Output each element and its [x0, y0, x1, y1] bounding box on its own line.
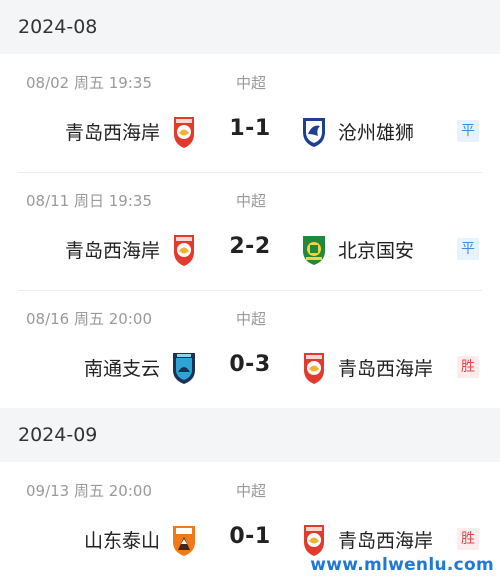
shandong-logo-icon	[170, 522, 198, 558]
watermark: www.mlwenlu.com	[310, 555, 494, 575]
match-date: 08/02 周五 19:35	[26, 74, 152, 92]
away-team-name: 北京国安	[338, 240, 415, 262]
competition-label: 中超	[236, 482, 267, 500]
match-score: 1-1	[229, 116, 271, 141]
competition-label: 中超	[236, 192, 267, 210]
match-date: 09/13 周五 20:00	[26, 482, 152, 500]
schedule-list: 2024-08 08/02 周五 19:35 中超 青岛西海岸 1-1 沧州雄狮…	[0, 0, 500, 580]
match-card[interactable]: 08/02 周五 19:35 中超 青岛西海岸 1-1 沧州雄狮 平	[0, 54, 500, 172]
qingdao-logo-icon	[300, 522, 328, 558]
away-team-name: 青岛西海岸	[338, 530, 434, 552]
competition-label: 中超	[236, 310, 267, 328]
match-score: 2-2	[229, 234, 271, 259]
match-row: 南通支云 0-3 青岛西海岸 胜	[0, 350, 500, 386]
home-team-name: 青岛西海岸	[64, 122, 160, 144]
match-row: 青岛西海岸 1-1 沧州雄狮 平	[0, 114, 500, 150]
beijing-logo-icon	[300, 232, 328, 268]
home-team-name: 山东泰山	[83, 530, 160, 552]
away-team-name: 沧州雄狮	[338, 122, 415, 144]
result-badge: 平	[457, 238, 479, 260]
qingdao-logo-icon	[170, 114, 198, 150]
qingdao-logo-icon	[300, 350, 328, 386]
match-row: 山东泰山 0-1 青岛西海岸 胜	[0, 522, 500, 558]
home-team-name: 青岛西海岸	[64, 240, 160, 262]
away-team-name: 青岛西海岸	[338, 358, 434, 380]
result-badge: 胜	[457, 356, 479, 378]
cangzhou-logo-icon	[300, 114, 328, 150]
match-card[interactable]: 08/16 周五 20:00 中超 南通支云 0-3 青岛西海岸 胜	[0, 290, 500, 408]
match-card[interactable]: 08/11 周日 19:35 中超 青岛西海岸 2-2 北京国安 平	[0, 172, 500, 290]
competition-label: 中超	[236, 74, 267, 92]
month-group: 08/02 周五 19:35 中超 青岛西海岸 1-1 沧州雄狮 平 08/11…	[0, 54, 500, 408]
month-header: 2024-09	[0, 408, 500, 462]
result-badge: 平	[457, 120, 479, 142]
match-date: 08/16 周五 20:00	[26, 310, 152, 328]
nantong-logo-icon	[170, 350, 198, 386]
match-row: 青岛西海岸 2-2 北京国安 平	[0, 232, 500, 268]
match-score: 0-3	[229, 352, 271, 377]
month-header: 2024-08	[0, 0, 500, 54]
home-team-name: 南通支云	[83, 358, 160, 380]
match-date: 08/11 周日 19:35	[26, 192, 152, 210]
result-badge: 胜	[457, 528, 479, 550]
match-score: 0-1	[229, 524, 271, 549]
qingdao-logo-icon	[170, 232, 198, 268]
